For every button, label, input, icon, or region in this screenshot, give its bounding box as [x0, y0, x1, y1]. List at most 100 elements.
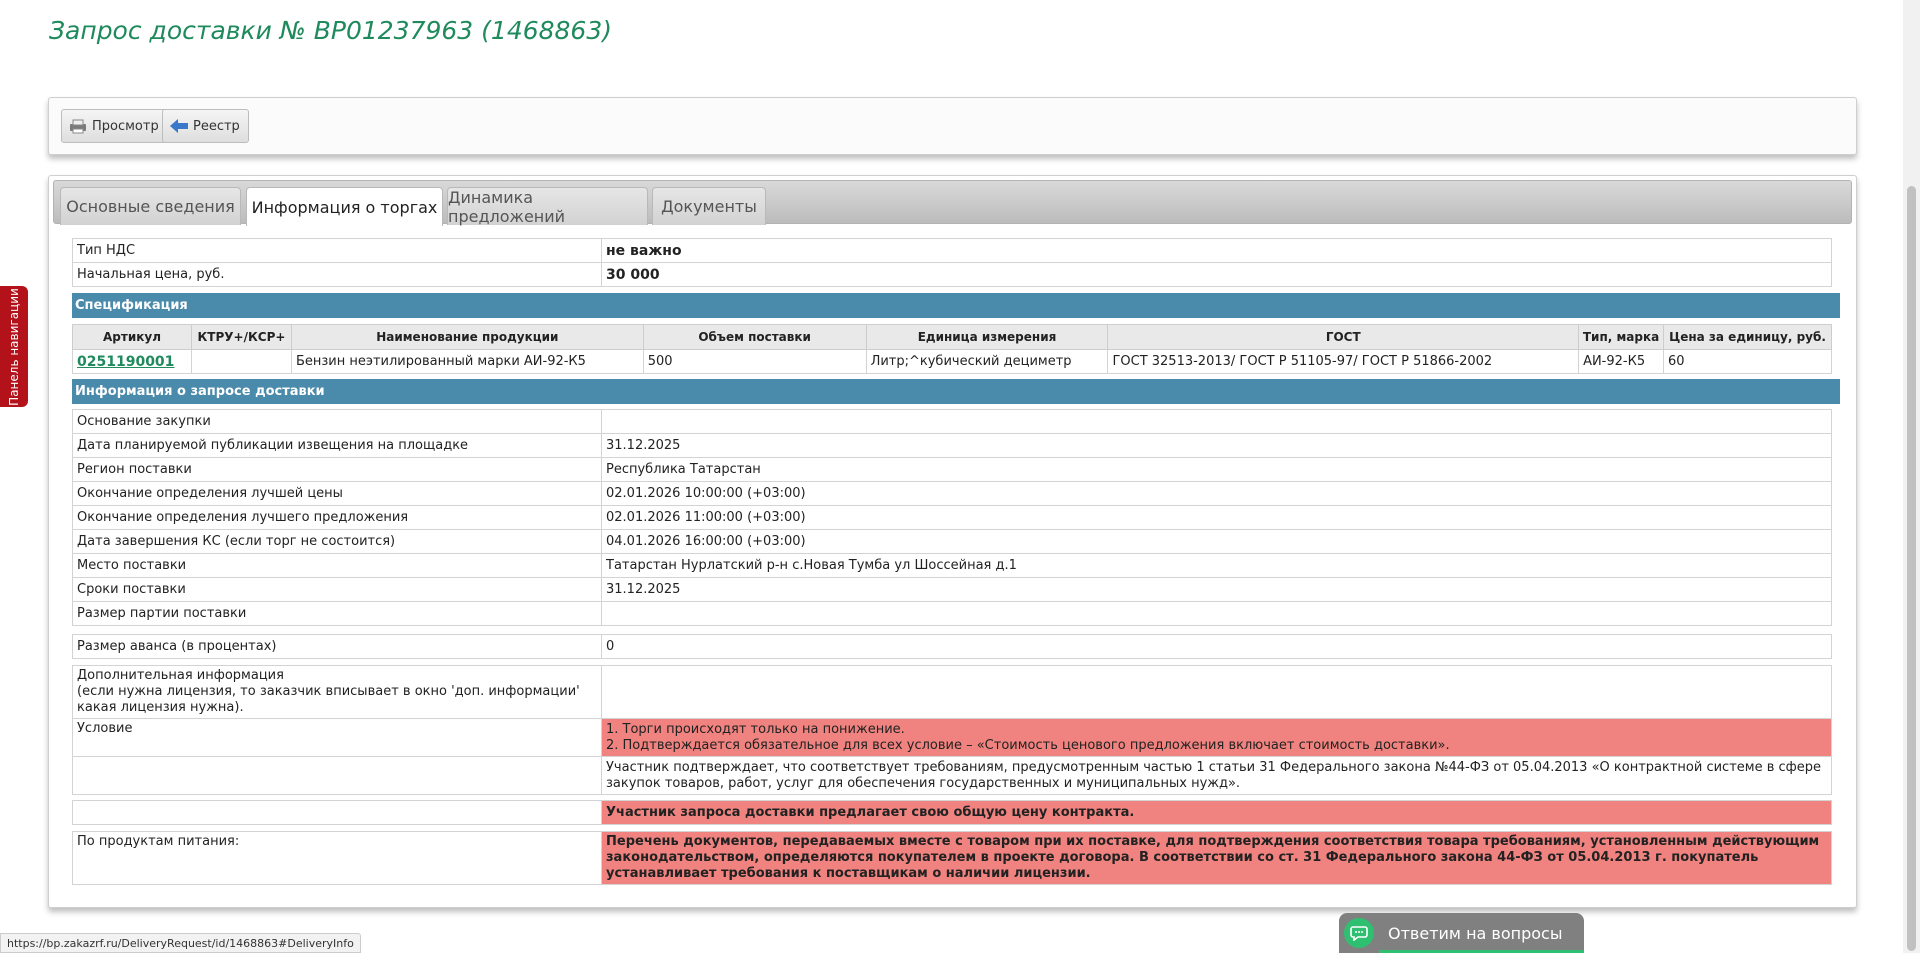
ktru-cell	[190, 349, 292, 374]
toolbar: Просмотр Реестр	[48, 97, 1857, 155]
table-row: Условие 1. Торги происходят только на по…	[72, 718, 1832, 757]
best-price-end-value: 02.01.2026 10:00:00 (+03:00)	[601, 481, 1832, 506]
table-row: Дата завершения КС (если торг не состоит…	[72, 529, 1832, 554]
table-row: Участник запроса доставки предлагает сво…	[72, 800, 1832, 825]
spec-col-price: Цена за единицу, руб.	[1663, 324, 1832, 350]
tab-trade-info[interactable]: Информация о торгах	[246, 187, 443, 226]
spec-header-row: Артикул КТРУ+/КСР+ Наименование продукци…	[72, 324, 1832, 350]
common-price-label	[72, 800, 602, 825]
table-row: Начальная цена, руб. 30 000	[72, 262, 1832, 287]
top-info-table: Тип НДС не важно Начальная цена, руб. 30…	[72, 238, 1832, 287]
best-price-end-label: Окончание определения лучшей цены	[72, 481, 602, 506]
table-row: Окончание определения лучшего предложени…	[72, 505, 1832, 530]
food-table: По продуктам питания: Перечень документо…	[72, 831, 1832, 885]
ks-end-date-value: 04.01.2026 16:00:00 (+03:00)	[601, 529, 1832, 554]
article-link[interactable]: 0251190001	[77, 354, 174, 370]
table-row: По продуктам питания: Перечень документо…	[72, 831, 1832, 885]
request-info-table: Основание закупки Дата планируемой публи…	[72, 409, 1832, 626]
spec-col-brand: Тип, марка	[1578, 324, 1665, 350]
volume-cell: 500	[642, 349, 867, 374]
chat-bubble-icon	[1344, 918, 1374, 948]
status-bar-url: https://bp.zakazrf.ru/DeliveryRequest/id…	[0, 933, 361, 953]
best-offer-end-label: Окончание определения лучшего предложени…	[72, 505, 602, 530]
best-offer-end-value: 02.01.2026 11:00:00 (+03:00)	[601, 505, 1832, 530]
table-row: Дата планируемой публикации извещения на…	[72, 433, 1832, 458]
brand-cell: АИ-92-К5	[1578, 349, 1665, 374]
common-price-table: Участник запроса доставки предлагает сво…	[72, 800, 1832, 825]
tab-bar: Основные сведения Информация о торгах Ди…	[53, 180, 1852, 226]
delivery-region-value: Республика Татарстан	[601, 457, 1832, 482]
table-row: Размер аванса (в процентах) 0	[72, 634, 1832, 659]
view-button-label: Просмотр	[92, 118, 159, 134]
food-value: Перечень документов, передаваемых вместе…	[601, 831, 1832, 885]
advance-label: Размер аванса (в процентах)	[72, 634, 602, 659]
navigation-panel-label: Панель навигации	[7, 287, 21, 406]
request-section-header: Информация о запросе доставки	[72, 379, 1840, 404]
table-row: Размер партии поставки	[72, 601, 1832, 626]
table-row: Дополнительная информация (если нужна ли…	[72, 665, 1832, 719]
spec-col-volume: Объем поставки	[642, 324, 867, 350]
registry-button[interactable]: Реестр	[162, 109, 249, 143]
additional-info-label: Дополнительная информация (если нужна ли…	[72, 665, 602, 719]
advance-table: Размер аванса (в процентах) 0	[72, 634, 1832, 659]
vertical-scrollbar[interactable]	[1903, 0, 1920, 953]
condition-line-1: 1. Торги происходят только на понижение.	[606, 721, 905, 737]
table-row: Место поставки Татарстан Нурлатский р-н с…	[72, 553, 1832, 578]
registry-button-label: Реестр	[193, 118, 240, 134]
additional-info-title: Дополнительная информация	[77, 668, 284, 683]
delivery-terms-label: Сроки поставки	[72, 577, 602, 602]
delivery-place-label: Место поставки	[72, 553, 602, 578]
delivery-region-label: Регион поставки	[72, 457, 602, 482]
start-price-value: 30 000	[601, 262, 1832, 287]
chat-label: Ответим на вопросы	[1388, 923, 1563, 943]
printer-icon	[68, 118, 88, 134]
additional-info-hint-1: (если нужна лицензия, то заказчик вписыв…	[77, 684, 580, 699]
tab-offer-dynamics[interactable]: Динамика предложений	[447, 187, 648, 226]
view-button[interactable]: Просмотр	[61, 109, 168, 143]
delivery-place-value: Татарстан Нурлатский р-н с.Новая Тумба у…	[601, 553, 1832, 578]
scrollbar-thumb[interactable]	[1907, 186, 1916, 951]
spec-section-header: Спецификация	[72, 293, 1840, 318]
delivery-terms-value: 31.12.2025	[601, 577, 1832, 602]
participant-requirements-value: Участник подтверждает, что соответствует…	[601, 756, 1832, 795]
table-row: Тип НДС не важно	[72, 238, 1832, 263]
table-row: Регион поставки Республика Татарстан	[72, 457, 1832, 482]
navigation-panel-tab[interactable]: Панель навигации	[0, 286, 28, 407]
food-label: По продуктам питания:	[72, 831, 602, 885]
arrow-left-icon	[169, 118, 189, 134]
unit-cell: Литр;^кубический дециметр	[865, 349, 1109, 374]
condition-value: 1. Торги происходят только на понижение.…	[601, 718, 1832, 757]
spec-col-name: Наименование продукции	[290, 324, 644, 350]
table-row: Сроки поставки 31.12.2025	[72, 577, 1832, 602]
content-panel: Основные сведения Информация о торгах Ди…	[48, 175, 1857, 908]
article-cell: 0251190001	[72, 349, 192, 374]
condition-line-2: 2. Подтверждается обязательное для всех …	[606, 737, 1450, 753]
vat-type-label: Тип НДС	[72, 238, 602, 263]
tab-basic-info[interactable]: Основные сведения	[60, 187, 241, 225]
table-row: Основание закупки	[72, 409, 1832, 434]
additional-info-hint-2: какая лицензия нужна).	[77, 700, 244, 715]
condition-label: Условие	[72, 718, 602, 757]
batch-size-value	[601, 601, 1832, 626]
conditions-table: Дополнительная информация (если нужна ли…	[72, 665, 1832, 795]
tab-documents[interactable]: Документы	[652, 187, 766, 225]
spec-col-ktru: КТРУ+/КСР+	[190, 324, 292, 350]
table-row: 0251190001 Бензин неэтилированный марки …	[72, 349, 1832, 374]
advance-value: 0	[601, 634, 1832, 659]
spec-col-unit: Единица измерения	[865, 324, 1109, 350]
publication-date-label: Дата планируемой публикации извещения на…	[72, 433, 602, 458]
purchase-basis-value	[601, 409, 1832, 434]
spec-table: Артикул КТРУ+/КСР+ Наименование продукци…	[72, 324, 1832, 374]
ks-end-date-label: Дата завершения КС (если торг не состоит…	[72, 529, 602, 554]
additional-info-value	[601, 665, 1832, 719]
spec-col-gost: ГОСТ	[1107, 324, 1580, 350]
batch-size-label: Размер партии поставки	[72, 601, 602, 626]
purchase-basis-label: Основание закупки	[72, 409, 602, 434]
table-row: Участник подтверждает, что соответствует…	[72, 756, 1832, 795]
spec-col-article: Артикул	[72, 324, 192, 350]
start-price-label: Начальная цена, руб.	[72, 262, 602, 287]
participant-requirements-label	[72, 756, 602, 795]
chat-widget-button[interactable]: Ответим на вопросы	[1339, 913, 1584, 953]
page-title: Запрос доставки № ВР01237963 (1468863)	[49, 16, 613, 45]
common-price-value: Участник запроса доставки предлагает сво…	[601, 800, 1832, 825]
